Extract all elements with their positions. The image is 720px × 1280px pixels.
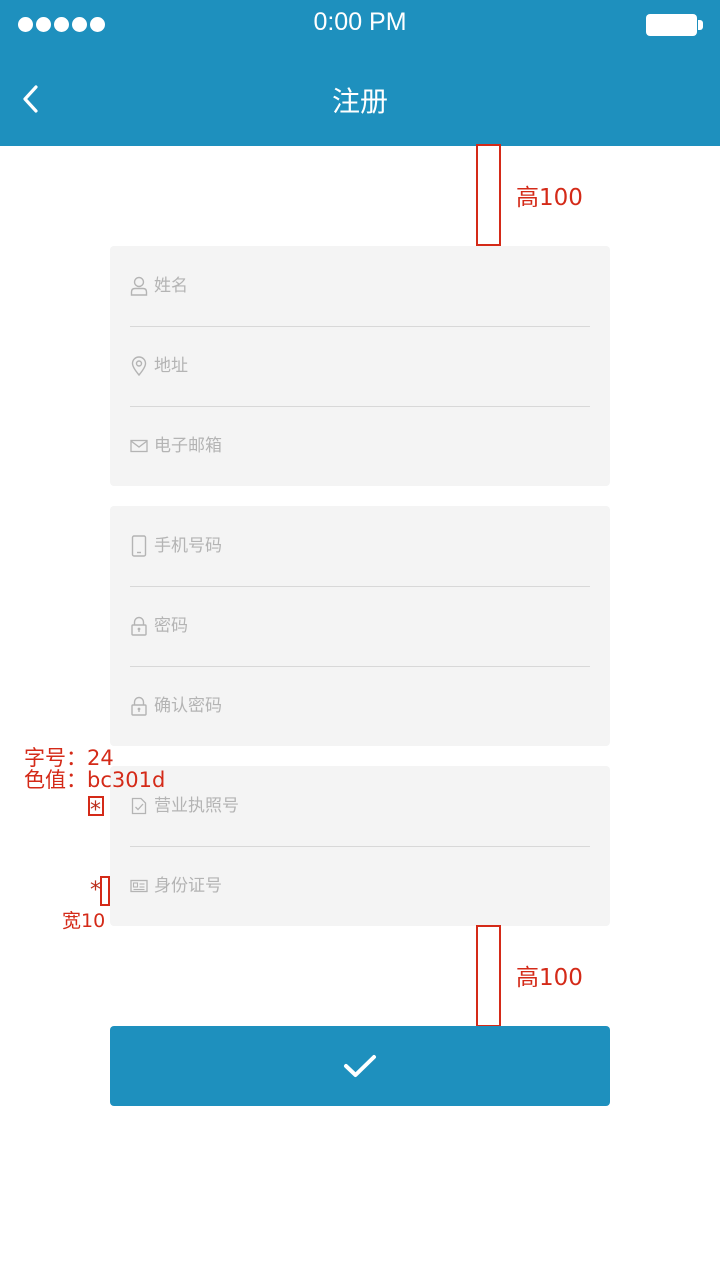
bottom-gap-label: 高100 — [516, 965, 583, 991]
id-card-input[interactable] — [154, 870, 584, 902]
page-title: 注册 — [331, 85, 388, 118]
business-license-input[interactable] — [154, 790, 584, 822]
address-input[interactable] — [154, 350, 584, 382]
id-card-field-row — [110, 846, 610, 926]
color-value-annotation: 色值：bc301d — [24, 768, 166, 792]
lock-icon — [130, 696, 148, 716]
password-input[interactable] — [154, 610, 584, 642]
app-header: 0:00 PM 注册 — [0, 0, 720, 146]
license-icon — [130, 796, 148, 816]
name-input[interactable] — [154, 270, 584, 302]
status-time: 0:00 PM — [313, 8, 407, 36]
confirm-password-input[interactable] — [154, 690, 584, 722]
name-field-row — [110, 246, 610, 326]
phone-field-row — [110, 506, 610, 586]
phone-icon — [130, 535, 148, 557]
personal-info-group — [110, 246, 610, 486]
confirm-password-field-row — [110, 666, 610, 746]
required-asterisk: * — [90, 798, 101, 823]
email-input[interactable] — [154, 430, 584, 462]
battery-icon — [646, 14, 703, 36]
phone-input[interactable] — [154, 530, 584, 562]
top-gap-marker — [476, 144, 501, 246]
password-field-row — [110, 586, 610, 666]
bottom-gap-marker — [476, 925, 501, 1027]
check-icon — [344, 1055, 376, 1077]
business-license-field-row — [110, 766, 610, 846]
width-annotation: 宽10 — [62, 910, 106, 932]
mail-icon — [130, 436, 148, 456]
font-size-annotation: 字号：24 — [24, 746, 114, 770]
address-field-row — [110, 326, 610, 406]
lock-icon — [130, 616, 148, 636]
submit-button[interactable] — [110, 1026, 610, 1106]
top-gap-label: 高100 — [516, 185, 583, 211]
verification-group — [110, 766, 610, 926]
asterisk-spacing-marker — [100, 876, 110, 906]
user-icon — [130, 276, 148, 296]
location-pin-icon — [130, 356, 148, 376]
account-info-group — [110, 506, 610, 746]
id-card-icon — [130, 876, 148, 896]
status-bar: 0:00 PM — [0, 0, 720, 50]
email-field-row — [110, 406, 610, 486]
